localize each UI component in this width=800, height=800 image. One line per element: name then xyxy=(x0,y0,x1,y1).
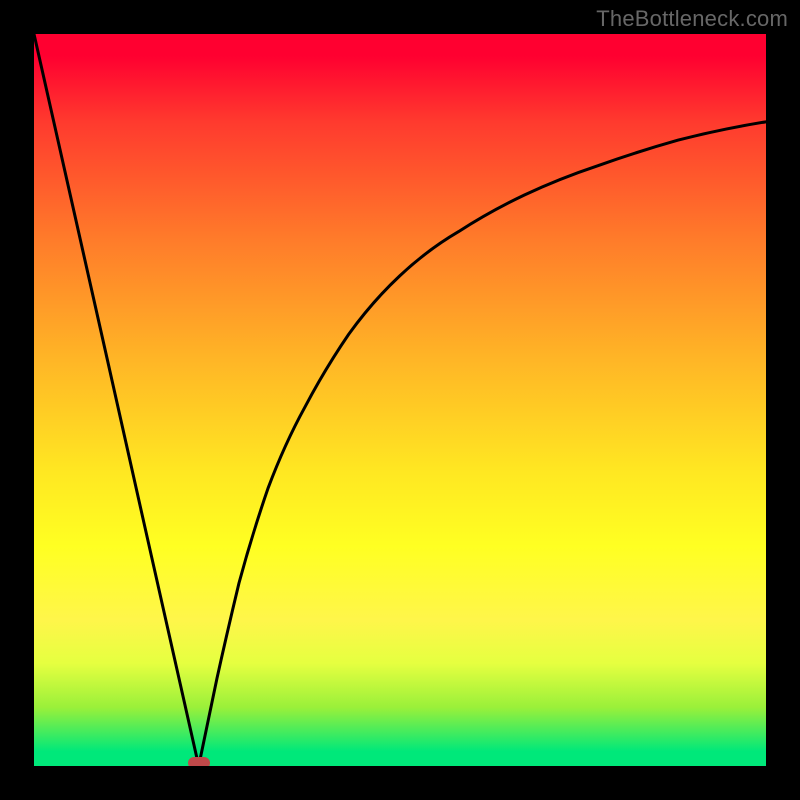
minimum-marker xyxy=(188,757,210,766)
curve-path xyxy=(34,34,766,766)
watermark-text: TheBottleneck.com xyxy=(596,6,788,32)
bottleneck-curve xyxy=(34,34,766,766)
chart-plot-area xyxy=(34,34,766,766)
